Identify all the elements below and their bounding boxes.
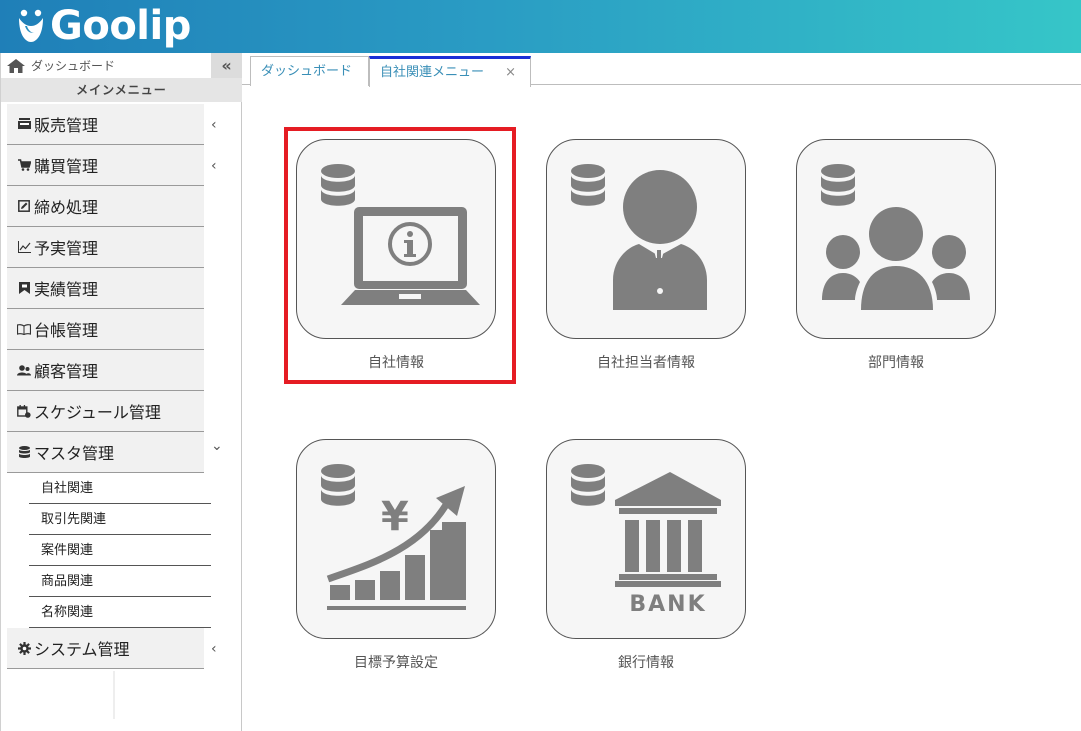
calendar-icon [17,404,31,418]
tile-staff-info[interactable]: 自社担当者情報 [546,139,746,371]
menu-item-label: 予実管理 [34,239,99,258]
tulip-logo-icon [19,9,43,42]
tile-label: 目標予算設定 [354,655,438,671]
menu-item-results[interactable]: 実績管理 [7,268,204,309]
menu-item-label: 実績管理 [34,280,99,299]
bank-icon: BANK [571,464,721,617]
chevron-left-icon: ‹ [211,158,217,174]
menu-item-label: 台帳管理 [34,321,99,340]
menu-item-closing[interactable]: 締め処理 [7,186,204,227]
menu-item-label: 購買管理 [34,157,99,176]
tile-label: 自社担当者情報 [597,355,695,371]
tile-bank-info-button[interactable]: BANK [546,439,746,639]
svg-text:¥: ¥ [381,494,409,540]
sidebar-top: ダッシュボード « [1,53,242,78]
chevron-left-icon: ‹ [211,641,217,657]
tab-bar: ダッシュボード 自社関連メニュー × [242,53,1081,87]
bank-text: BANK [629,592,706,617]
submenu-item-products[interactable]: 商品関連 [29,566,211,597]
tile-target-budget[interactable]: ¥ 目標予算設定 [296,439,496,671]
divider [113,671,115,719]
menu-item-ledger[interactable]: 台帳管理 [7,309,204,350]
line-chart-icon [17,240,31,254]
menu-item-label: システム管理 [34,640,130,659]
tile-label: 部門情報 [868,355,924,371]
users-icon [17,363,31,377]
menu-item-label: スケジュール管理 [34,403,161,422]
app-header: Goolip [0,0,1081,53]
menu-item-label: 顧客管理 [34,362,99,381]
tile-department-info[interactable]: 部門情報 [796,139,996,371]
submenu-item-projects[interactable]: 案件関連 [29,535,211,566]
tab-label: 自社関連メニュー [380,65,485,80]
register-icon [17,117,31,131]
submenu-item-names[interactable]: 名称関連 [29,597,211,628]
menu-item-budget-actual[interactable]: 予実管理 [7,227,204,268]
submenu-item-company[interactable]: 自社関連 [29,473,211,504]
chevron-left-icon: ‹ [211,117,217,133]
sidebar-dashboard-label: ダッシュボード [31,59,116,73]
menu-item-label: 販売管理 [34,116,99,135]
tile-label: 銀行情報 [618,655,674,671]
tab-label: ダッシュボード [261,64,353,79]
tile-department-info-button[interactable] [796,139,996,339]
goolip-logo[interactable]: Goolip [14,2,191,50]
database-icon [17,445,31,459]
group-icon [821,164,970,310]
menu-item-label: 締め処理 [34,198,99,217]
yen-growth-icon: ¥ [321,464,466,610]
tile-bank-info[interactable]: BANK 銀行情報 [546,439,746,671]
chevron-down-icon: ⌄ [211,438,223,454]
selection-highlight [284,127,516,384]
menu-item-label: マスタ管理 [34,444,115,463]
main-menu-heading: メインメニュー [1,78,242,102]
menu-item-system[interactable]: システム管理 ‹ [7,628,217,669]
sidebar: ダッシュボード « メインメニュー 販売管理 ‹ 購買管理 ‹ 締め処理 予実管… [0,53,242,731]
menu-item-customers[interactable]: 顧客管理 [7,350,204,391]
bookmark-icon [17,281,31,295]
tile-staff-info-button[interactable] [546,139,746,339]
sidebar-dashboard-link[interactable]: ダッシュボード [7,57,115,74]
person-icon [571,164,707,310]
tab-company-menu[interactable]: 自社関連メニュー × [369,56,531,87]
book-icon [17,322,31,336]
tile-target-budget-button[interactable]: ¥ [296,439,496,639]
edit-box-icon [17,199,31,213]
home-icon [7,58,25,73]
submenu-item-partners[interactable]: 取引先関連 [29,504,211,535]
logo-text: Goolip [50,3,191,49]
main-menu: 販売管理 ‹ 購買管理 ‹ 締め処理 予実管理 実績管理 台帳管理 顧客管理 ス… [7,104,243,669]
gear-icon [17,641,31,655]
menu-item-schedule[interactable]: スケジュール管理 [7,391,204,432]
cart-icon [17,158,31,172]
menu-item-sales[interactable]: 販売管理 ‹ [7,104,217,145]
menu-item-purchasing[interactable]: 購買管理 ‹ [7,145,217,186]
menu-item-master[interactable]: マスタ管理 ⌄ [7,432,223,473]
tab-dashboard[interactable]: ダッシュボード [250,56,369,86]
close-icon[interactable]: × [505,59,516,86]
sidebar-collapse-button[interactable]: « [211,53,242,78]
